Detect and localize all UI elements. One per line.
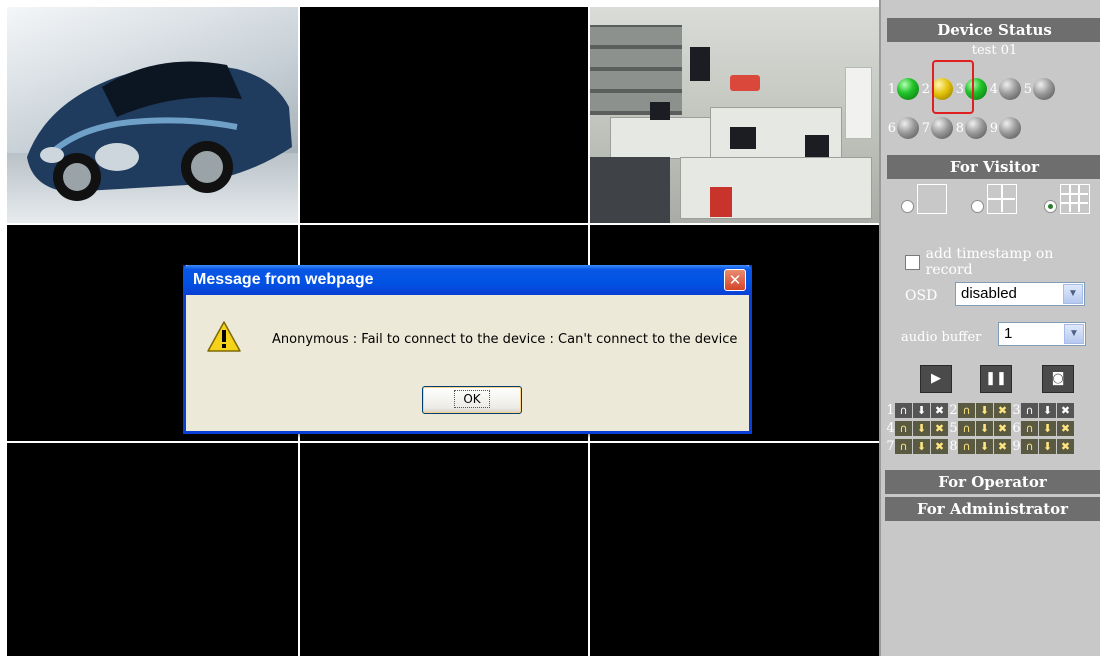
status-led-icon xyxy=(965,117,987,139)
layout-radio[interactable] xyxy=(971,199,984,213)
channel-status-9[interactable]: 9 xyxy=(989,117,1021,139)
channel-status-6[interactable]: 6 xyxy=(887,117,919,139)
osd-value: disabled xyxy=(961,285,1017,302)
dialog-title-bar[interactable]: Message from webpage ✕ xyxy=(183,265,752,295)
close-button[interactable]: ✕ xyxy=(724,269,746,291)
ptz-up-icon[interactable]: ∩ xyxy=(1021,402,1038,418)
single-view-icon xyxy=(917,184,947,214)
ptz-down-icon[interactable]: ⬇ xyxy=(1039,438,1056,454)
for-administrator-header[interactable]: For Administrator xyxy=(885,497,1100,521)
video-cell-1[interactable] xyxy=(7,7,298,223)
red-chair-shape xyxy=(730,75,760,91)
ptz-down-icon[interactable]: ⬇ xyxy=(913,438,930,454)
timestamp-label: add timestamp on record xyxy=(925,246,1054,278)
ptz-stop-icon[interactable]: ✖ xyxy=(1057,420,1074,436)
ptz-down-icon[interactable]: ⬇ xyxy=(976,438,993,454)
ptz-down-icon[interactable]: ⬇ xyxy=(976,402,993,418)
nine-view-icon xyxy=(1060,184,1090,214)
red-chair-shape xyxy=(710,187,732,217)
video-cell-7[interactable] xyxy=(7,443,298,656)
ok-button[interactable]: OK xyxy=(422,386,522,414)
ptz-row-2: 4 ∩ ⬇ ✖ 5 ∩ ⬇ ✖ 6 ∩ ⬇ ✖ xyxy=(886,420,1075,436)
ptz-down-icon[interactable]: ⬇ xyxy=(1039,402,1056,418)
desk-shadow xyxy=(590,157,670,223)
quad-view-icon xyxy=(987,184,1017,214)
play-icon: ▶ xyxy=(931,371,941,386)
ptz-row-3: 7 ∩ ⬇ ✖ 8 ∩ ⬇ ✖ 9 ∩ ⬇ ✖ xyxy=(886,438,1075,454)
ptz-up-icon[interactable]: ∩ xyxy=(958,438,975,454)
status-led-icon xyxy=(897,117,919,139)
ptz-down-icon[interactable]: ⬇ xyxy=(913,402,930,418)
dialog-message: Anonymous : Fail to connect to the devic… xyxy=(272,332,738,347)
status-led-icon xyxy=(897,78,919,100)
for-operator-header[interactable]: For Operator xyxy=(885,470,1100,494)
ptz-up-icon[interactable]: ∩ xyxy=(958,420,975,436)
for-visitor-header[interactable]: For Visitor xyxy=(887,155,1100,179)
channel-status-8[interactable]: 8 xyxy=(955,117,987,139)
status-led-icon xyxy=(1033,78,1055,100)
channel-status-row-2: 6 7 8 9 xyxy=(887,117,1023,139)
close-icon: ✕ xyxy=(728,271,742,289)
ptz-up-icon[interactable]: ∩ xyxy=(895,420,912,436)
ptz-stop-icon[interactable]: ✖ xyxy=(931,420,948,436)
ptz-row-1: 1 ∩ ⬇ ✖ 2 ∩ ⬇ ✖ 3 ∩ ⬇ ✖ xyxy=(886,402,1075,418)
car-feed-image xyxy=(27,61,292,201)
video-cell-9[interactable] xyxy=(590,443,879,656)
channel-status-1[interactable]: 1 xyxy=(887,78,919,100)
ptz-up-icon[interactable]: ∩ xyxy=(1021,420,1038,436)
ptz-down-icon[interactable]: ⬇ xyxy=(913,420,930,436)
warning-icon xyxy=(207,321,241,352)
status-led-icon xyxy=(999,117,1021,139)
snapshot-button[interactable]: ◙ xyxy=(1042,365,1074,393)
selected-channel-highlight xyxy=(932,60,974,114)
audio-buffer-select[interactable]: 1 ▼ xyxy=(998,322,1086,346)
status-led-icon xyxy=(931,117,953,139)
layout-quad-option[interactable] xyxy=(971,184,1017,214)
dialog-title: Message from webpage xyxy=(193,271,374,288)
osd-select[interactable]: disabled ▼ xyxy=(955,282,1085,306)
osd-label: OSD xyxy=(905,288,938,304)
audio-buffer-label: audio buffer xyxy=(901,330,982,345)
ptz-stop-icon[interactable]: ✖ xyxy=(931,438,948,454)
layout-single-option[interactable] xyxy=(901,184,947,214)
message-dialog: Message from webpage ✕ Anonymous : Fail … xyxy=(183,265,752,434)
device-status-header[interactable]: Device Status xyxy=(887,18,1100,42)
device-name: test 01 xyxy=(971,43,1018,58)
ptz-up-icon[interactable]: ∩ xyxy=(1021,438,1038,454)
ptz-up-icon[interactable]: ∩ xyxy=(895,438,912,454)
channel-status-7[interactable]: 7 xyxy=(921,117,953,139)
ptz-stop-icon[interactable]: ✖ xyxy=(994,402,1011,418)
play-button[interactable]: ▶ xyxy=(920,365,952,393)
channel-status-5[interactable]: 5 xyxy=(1023,78,1055,100)
ptz-stop-icon[interactable]: ✖ xyxy=(1057,402,1074,418)
ptz-stop-icon[interactable]: ✖ xyxy=(931,402,948,418)
chevron-down-icon[interactable]: ▼ xyxy=(1064,324,1084,344)
video-cell-3[interactable] xyxy=(590,7,879,223)
layout-nine-option[interactable] xyxy=(1044,184,1090,214)
channel-status-4[interactable]: 4 xyxy=(989,78,1021,100)
ptz-stop-icon[interactable]: ✖ xyxy=(994,438,1011,454)
ptz-down-icon[interactable]: ⬇ xyxy=(976,420,993,436)
video-cell-2[interactable] xyxy=(300,7,588,223)
pause-icon: ❚❚ xyxy=(985,371,1007,386)
ok-button-label: OK xyxy=(454,390,490,408)
timestamp-checkbox[interactable] xyxy=(905,254,920,270)
camera-icon: ◙ xyxy=(1051,371,1065,386)
chevron-down-icon[interactable]: ▼ xyxy=(1063,284,1083,304)
ptz-stop-icon[interactable]: ✖ xyxy=(994,420,1011,436)
layout-radio-selected[interactable] xyxy=(1044,199,1057,213)
timestamp-option[interactable]: add timestamp on record xyxy=(905,246,1100,278)
status-led-icon xyxy=(999,78,1021,100)
ptz-up-icon[interactable]: ∩ xyxy=(958,402,975,418)
ptz-down-icon[interactable]: ⬇ xyxy=(1039,420,1056,436)
audio-buffer-value: 1 xyxy=(1004,325,1013,342)
pause-button[interactable]: ❚❚ xyxy=(980,365,1012,393)
ptz-up-icon[interactable]: ∩ xyxy=(895,402,912,418)
video-cell-8[interactable] xyxy=(300,443,588,656)
ptz-stop-icon[interactable]: ✖ xyxy=(1057,438,1074,454)
layout-radio[interactable] xyxy=(901,199,914,213)
